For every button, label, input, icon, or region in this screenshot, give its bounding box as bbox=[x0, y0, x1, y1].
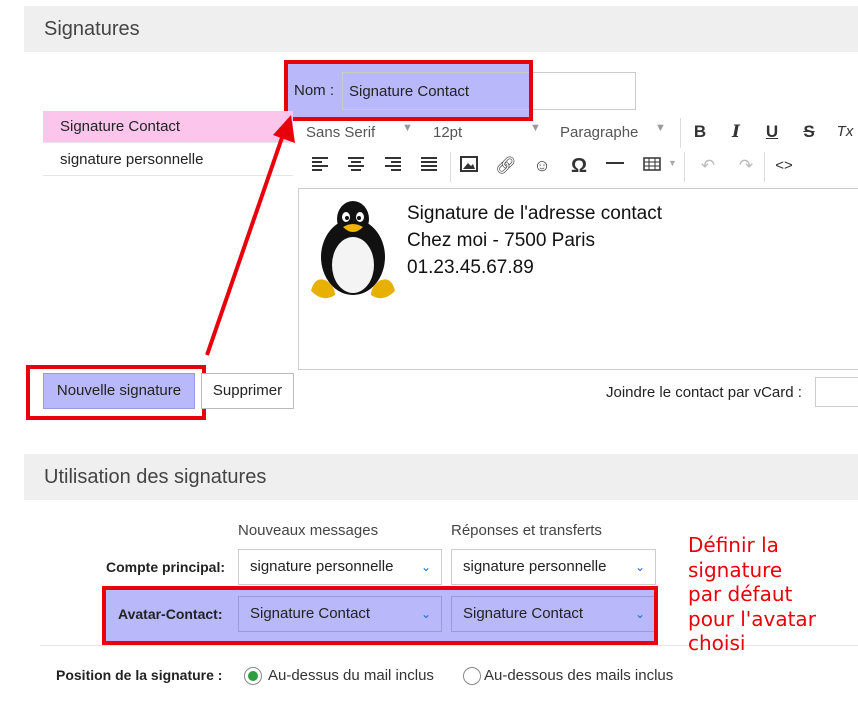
new-button-annotation-box bbox=[26, 365, 206, 420]
row-label: Compte principal: bbox=[106, 559, 226, 575]
undo-icon[interactable]: ↶ bbox=[697, 155, 719, 177]
chevron-down-icon: ⌄ bbox=[634, 560, 645, 574]
align-center-icon[interactable] bbox=[345, 156, 367, 178]
radio-below[interactable] bbox=[463, 667, 481, 685]
column-header-new: Nouveaux messages bbox=[238, 522, 379, 539]
image-icon[interactable] bbox=[458, 156, 480, 178]
column-header-reply: Réponses et transferts bbox=[451, 522, 602, 539]
toolbar-divider bbox=[680, 118, 681, 148]
reply-signature-select[interactable]: signature personnelle ⌄ bbox=[451, 549, 656, 585]
signature-text-line: Chez moi - 7500 Paris bbox=[407, 230, 595, 251]
toolbar-divider bbox=[764, 152, 765, 182]
emoji-icon[interactable]: ☺ bbox=[531, 155, 553, 177]
redo-icon[interactable]: ↷ bbox=[735, 155, 757, 177]
clear-format-icon[interactable]: Tx bbox=[834, 121, 856, 143]
chevron-down-icon: ▼ bbox=[655, 122, 666, 134]
avatar-row-annotation-box bbox=[102, 586, 658, 645]
underline-icon[interactable]: U bbox=[761, 121, 783, 143]
tux-penguin-image bbox=[311, 201, 395, 299]
annotation-arrow bbox=[205, 115, 295, 356]
radio-above-label: Au-dessus du mail inclus bbox=[268, 667, 434, 684]
italic-icon[interactable]: I bbox=[725, 121, 747, 143]
radio-above[interactable] bbox=[244, 667, 262, 685]
horizontal-rule-icon[interactable] bbox=[604, 155, 626, 177]
font-family-select[interactable]: Sans Serif bbox=[306, 124, 375, 141]
signatures-section-title: Signatures bbox=[24, 6, 858, 52]
signature-text-line: 01.23.45.67.89 bbox=[407, 257, 534, 278]
font-size-select[interactable]: 12pt bbox=[433, 124, 462, 141]
chevron-down-icon: ▼ bbox=[530, 122, 541, 134]
link-icon[interactable]: 🔗︎ bbox=[495, 155, 517, 177]
align-right-icon[interactable] bbox=[382, 156, 404, 178]
vcard-input[interactable] bbox=[815, 377, 858, 407]
strikethrough-icon[interactable]: S bbox=[798, 121, 820, 143]
radio-below-label: Au-dessous des mails inclus bbox=[484, 667, 674, 684]
new-message-signature-select[interactable]: signature personnelle ⌄ bbox=[238, 549, 442, 585]
toolbar-divider bbox=[450, 152, 451, 182]
source-code-icon[interactable]: <> bbox=[773, 155, 795, 177]
chevron-down-icon: ⌄ bbox=[420, 560, 431, 574]
annotation-text: Définir la signature par défaut pour l'a… bbox=[688, 533, 816, 655]
table-icon[interactable] bbox=[641, 156, 663, 178]
position-label: Position de la signature : bbox=[56, 667, 223, 683]
delete-button[interactable]: Supprimer bbox=[201, 373, 294, 409]
usage-section-title: Utilisation des signatures bbox=[24, 454, 858, 500]
align-left-icon[interactable] bbox=[309, 156, 331, 178]
special-char-icon[interactable]: Ω bbox=[568, 155, 590, 177]
name-annotation-box bbox=[284, 60, 533, 121]
bold-icon[interactable]: B bbox=[689, 121, 711, 143]
justify-icon[interactable] bbox=[418, 156, 440, 178]
signature-text-line: Signature de l'adresse contact bbox=[407, 203, 663, 224]
vcard-label: Joindre le contact par vCard : bbox=[606, 384, 802, 401]
chevron-down-icon: ▼ bbox=[668, 158, 677, 168]
block-format-select[interactable]: Paragraphe bbox=[560, 124, 638, 141]
signature-editor[interactable]: Signature de l'adresse contact Chez moi … bbox=[298, 188, 858, 370]
toolbar-divider bbox=[684, 152, 685, 182]
chevron-down-icon: ▼ bbox=[402, 122, 413, 134]
